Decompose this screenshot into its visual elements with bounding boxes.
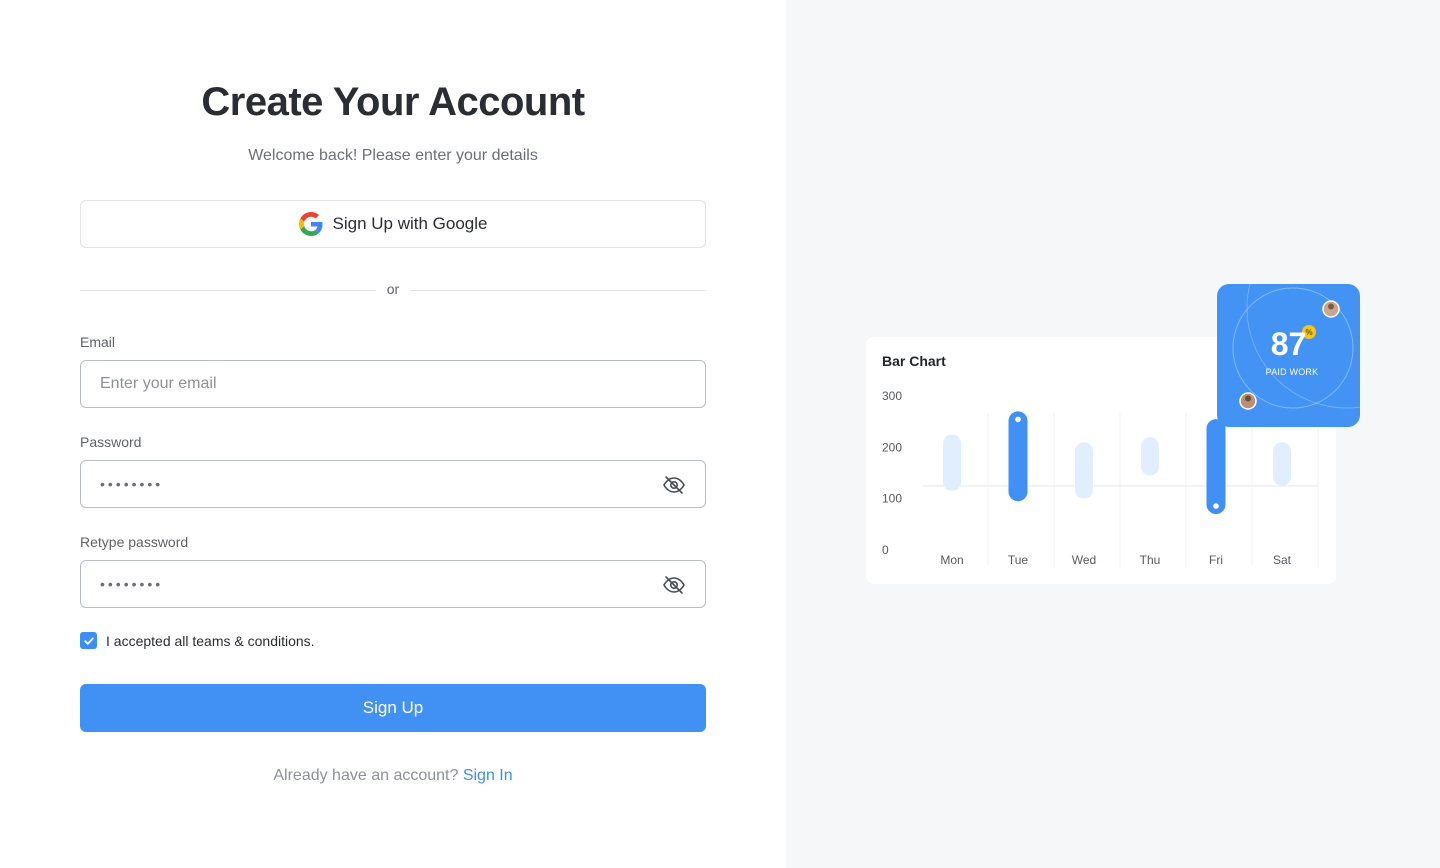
- bar-mon: [943, 434, 961, 491]
- y-tick-label: 100: [882, 492, 902, 506]
- password-label: Password: [80, 434, 142, 450]
- or-divider: or: [80, 280, 706, 300]
- paid-work-card: % 87 PAID WORK: [1217, 284, 1360, 427]
- signin-prompt-text: Already have an account?: [273, 767, 459, 784]
- signup-panel: Create Your Account Welcome back! Please…: [0, 0, 786, 868]
- google-signup-label: Sign Up with Google: [332, 214, 488, 233]
- email-label: Email: [80, 334, 116, 350]
- y-tick-label: 200: [882, 440, 902, 454]
- bar-thu: [1141, 437, 1159, 476]
- page-subtitle: Welcome back! Please enter your details: [248, 147, 538, 164]
- bar-marker: [1015, 416, 1021, 423]
- bar-fri: [1206, 419, 1226, 515]
- eye-off-icon[interactable]: [661, 472, 687, 498]
- x-tick-label: Thu: [1140, 553, 1161, 567]
- terms-label: I accepted all teams & conditions.: [106, 632, 315, 649]
- divider-line-left: [80, 290, 376, 291]
- badge-value: 87: [1270, 326, 1307, 362]
- password-field-wrapper: [80, 460, 706, 508]
- y-tick-label: 0: [882, 543, 889, 557]
- signin-prompt: Already have an account? Sign In: [80, 767, 706, 785]
- google-icon: [298, 212, 323, 236]
- retype-password-input[interactable]: [81, 561, 705, 607]
- email-field-wrapper: [80, 360, 706, 408]
- bar-sat: [1273, 442, 1291, 486]
- x-tick-label: Mon: [940, 553, 963, 567]
- x-tick-label: Wed: [1072, 553, 1096, 567]
- divider-label: or: [386, 281, 400, 297]
- page-title: Create Your Account: [201, 80, 585, 124]
- password-input[interactable]: [81, 461, 705, 507]
- badge-label: PAID WORK: [1265, 367, 1319, 377]
- x-tick-label: Fri: [1209, 553, 1223, 567]
- bar-wed: [1075, 442, 1093, 499]
- sign-in-link[interactable]: Sign In: [463, 767, 513, 784]
- bar-tue: [1008, 411, 1028, 502]
- bar-marker: [1213, 503, 1219, 509]
- google-signup-button[interactable]: Sign Up with Google: [80, 200, 706, 248]
- y-tick-label: 300: [882, 389, 902, 403]
- eye-off-icon[interactable]: [661, 572, 687, 598]
- divider-line-right: [410, 290, 706, 291]
- check-icon: [83, 637, 94, 645]
- terms-checkbox[interactable]: [80, 632, 97, 649]
- x-tick-label: Tue: [1008, 553, 1029, 567]
- email-input[interactable]: [81, 361, 705, 407]
- retype-password-label: Retype password: [80, 534, 189, 550]
- sign-up-button[interactable]: Sign Up: [80, 684, 706, 732]
- retype-password-field-wrapper: [80, 560, 706, 608]
- x-tick-label: Sat: [1273, 553, 1292, 567]
- terms-row: I accepted all teams & conditions.: [80, 632, 315, 649]
